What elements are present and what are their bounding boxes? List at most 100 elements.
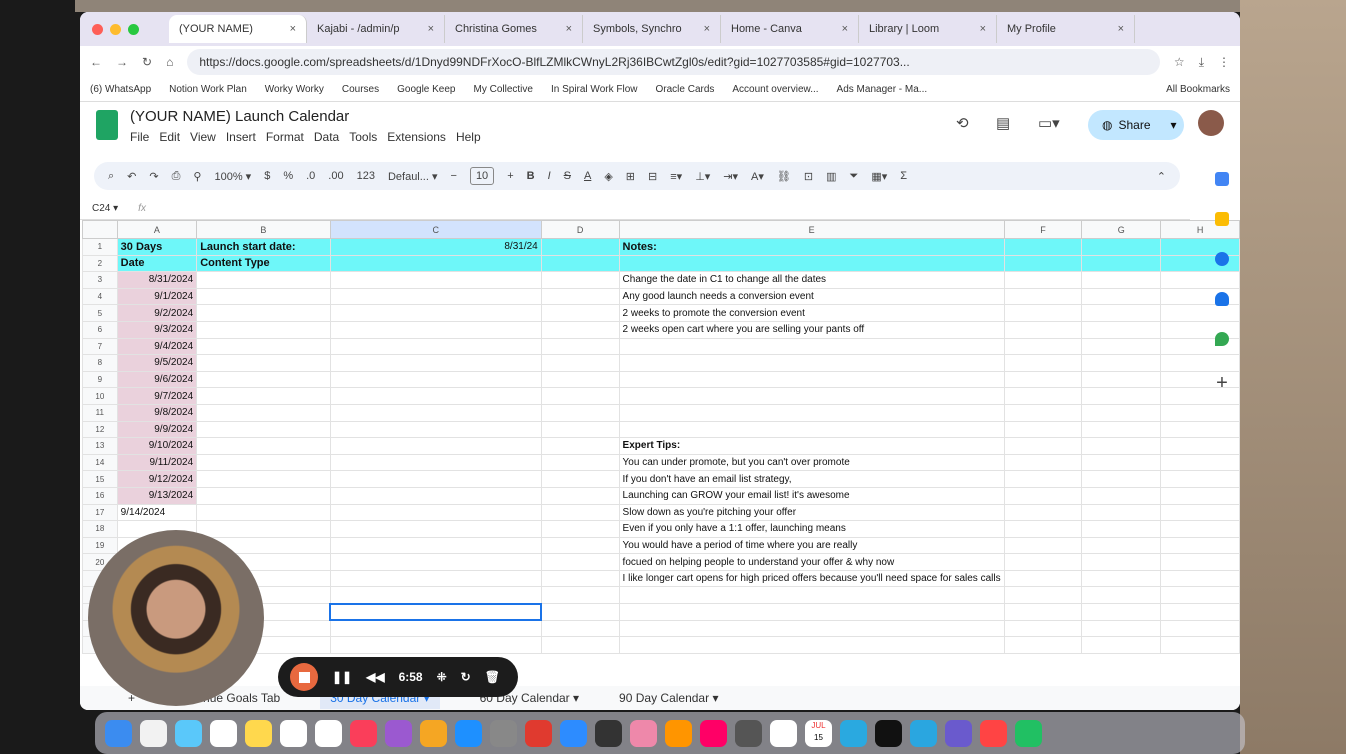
dock-app-icon[interactable] [630, 719, 657, 747]
cell-f[interactable] [1003, 486, 1083, 505]
minimize-window-button[interactable] [110, 23, 121, 35]
cell-e[interactable]: You can under promote, but you can't ove… [618, 453, 1005, 472]
cell-a[interactable]: 9/5/2024 [116, 354, 198, 372]
cell-e[interactable] [618, 603, 1005, 621]
cell-d[interactable] [540, 553, 620, 571]
cell-a[interactable]: 9/1/2024 [116, 287, 198, 306]
dock-app-icon[interactable] [875, 719, 902, 747]
cell-e[interactable] [618, 387, 1005, 405]
sheet-tab[interactable]: 90 Day Calendar ▾ [619, 691, 718, 705]
cell-d[interactable] [540, 354, 620, 372]
cell-f[interactable] [1003, 254, 1083, 273]
dock-app-icon[interactable] [525, 719, 552, 747]
comment-icon[interactable]: ⊡ [804, 170, 813, 183]
cell-f[interactable] [1003, 453, 1083, 472]
cell-h[interactable] [1160, 453, 1240, 472]
cell-f[interactable] [1003, 636, 1083, 654]
cell-h[interactable] [1160, 569, 1240, 588]
cell-d[interactable] [540, 453, 620, 472]
cell-b[interactable] [196, 320, 331, 339]
cell-d[interactable] [540, 238, 620, 256]
cell-b[interactable] [196, 453, 331, 472]
cell-g[interactable] [1081, 337, 1162, 356]
row-number[interactable]: 10 [82, 387, 118, 405]
cell-c[interactable] [329, 420, 542, 439]
bold-button[interactable]: B [527, 170, 535, 182]
stop-recording-button[interactable] [290, 663, 318, 691]
undo-icon[interactable]: ↶ [127, 170, 136, 183]
cell-b[interactable] [196, 486, 331, 505]
cell-e[interactable]: Change the date in C1 to change all the … [618, 271, 1005, 289]
cell-h[interactable] [1160, 603, 1240, 621]
cell-e[interactable]: Launching can GROW your email list! it's… [618, 486, 1005, 505]
menu-tools[interactable]: Tools [349, 130, 377, 144]
menu-extensions[interactable]: Extensions [387, 130, 446, 144]
cell-f[interactable] [1003, 520, 1083, 538]
cell-d[interactable] [540, 403, 620, 422]
back-icon[interactable]: ← [90, 55, 102, 69]
cell-f[interactable] [1003, 553, 1083, 571]
cell-e[interactable] [618, 420, 1005, 439]
cell-c[interactable] [329, 520, 542, 538]
menu-edit[interactable]: Edit [159, 130, 180, 144]
cell-c[interactable] [329, 254, 542, 273]
cell-c[interactable] [329, 354, 542, 372]
dock-app-icon[interactable] [105, 719, 132, 747]
url-input[interactable]: https://docs.google.com/spreadsheets/d/1… [187, 49, 1160, 75]
cell-g[interactable] [1081, 420, 1162, 439]
cell-g[interactable] [1081, 470, 1162, 488]
column-header[interactable]: A [116, 220, 198, 239]
cell-f[interactable] [1003, 337, 1083, 356]
cell-g[interactable] [1081, 603, 1162, 621]
close-tab-icon[interactable]: × [842, 23, 848, 35]
cell-g[interactable] [1081, 636, 1162, 654]
cell-c[interactable] [329, 569, 542, 588]
add-addon-icon[interactable]: + [1216, 372, 1228, 395]
cell-a[interactable]: 9/13/2024 [116, 486, 198, 505]
cell-f[interactable] [1003, 354, 1083, 372]
cell-h[interactable] [1160, 553, 1240, 571]
cell-b[interactable] [196, 387, 331, 405]
cell-b[interactable] [196, 470, 331, 488]
cell-g[interactable] [1081, 354, 1162, 372]
borders-icon[interactable]: ⊞ [626, 170, 635, 183]
close-tab-icon[interactable]: × [704, 23, 710, 35]
close-window-button[interactable] [92, 23, 103, 35]
trash-icon[interactable]: 🗑 [485, 670, 500, 684]
close-tab-icon[interactable]: × [566, 23, 572, 35]
cell-d[interactable] [540, 420, 620, 439]
star-icon[interactable]: ☆ [1174, 55, 1185, 69]
cell-f[interactable] [1003, 503, 1083, 522]
cell-b[interactable] [196, 437, 331, 455]
dock-app-icon[interactable] [140, 719, 167, 747]
cell-d[interactable] [540, 304, 620, 322]
row-number[interactable]: 9 [82, 370, 118, 389]
cell-e[interactable] [618, 337, 1005, 356]
avatar[interactable] [1198, 110, 1224, 136]
cell-h[interactable] [1160, 470, 1240, 488]
dock-app-icon[interactable] [980, 719, 1007, 747]
row-number[interactable]: 6 [82, 320, 118, 339]
cell-a[interactable]: 8/31/2024 [116, 271, 198, 289]
cell-c[interactable] [329, 337, 542, 356]
cell-e[interactable] [618, 354, 1005, 372]
zoom-select[interactable]: 100% ▾ [214, 170, 251, 183]
cell-b[interactable] [196, 337, 331, 356]
close-tab-icon[interactable]: × [290, 23, 296, 35]
browser-tab[interactable]: Library | Loom × [859, 15, 997, 43]
cell-b[interactable] [196, 420, 331, 439]
row-number[interactable]: 4 [82, 287, 118, 306]
cell-d[interactable] [540, 320, 620, 339]
cell-g[interactable] [1081, 271, 1162, 289]
cell-a[interactable]: 9/8/2024 [116, 403, 198, 422]
meet-icon[interactable]: ▭▾ [1038, 114, 1060, 132]
restart-icon[interactable]: ↻ [461, 670, 471, 684]
cell-d[interactable] [540, 271, 620, 289]
cell-e[interactable]: Notes: [618, 238, 1005, 256]
bookmark-item[interactable]: (6) WhatsApp [90, 84, 151, 95]
cell-b[interactable] [196, 287, 331, 306]
forward-icon[interactable]: → [116, 55, 128, 69]
cell-g[interactable] [1081, 503, 1162, 522]
cell-f[interactable] [1003, 271, 1083, 289]
cell-d[interactable] [540, 486, 620, 505]
